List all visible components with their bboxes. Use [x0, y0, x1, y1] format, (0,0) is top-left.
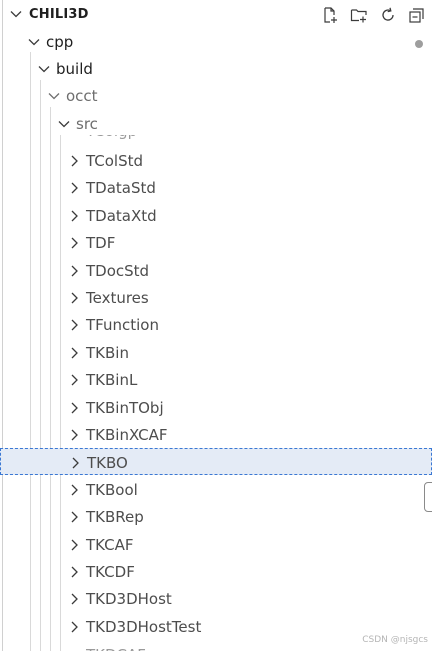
tree-item-label: TKBinXCAF	[86, 426, 168, 444]
tree-item-label: TKBO	[87, 454, 128, 472]
tree-item-label: TKBRep	[86, 508, 144, 526]
tree-row-item[interactable]: TDF	[0, 229, 432, 256]
tree-label-build: build	[56, 60, 93, 78]
tree-item-label: TKCDF	[86, 563, 135, 581]
chevron-right-icon	[71, 539, 78, 551]
tree-item-label: TDF	[86, 234, 116, 252]
chevron-right-icon	[71, 566, 78, 578]
tree-row-src[interactable]: src	[0, 110, 432, 137]
tree-label-occt: occt	[66, 87, 98, 105]
tree-row-item[interactable]: TKBool	[0, 476, 432, 503]
tree-item-label: Textures	[86, 289, 149, 307]
chevron-right-icon	[71, 511, 78, 523]
chevron-right-icon	[71, 237, 78, 249]
tree-item-label: TDocStd	[86, 262, 150, 280]
tree-label-cpp: cpp	[46, 33, 74, 51]
tree-item-label: TFunction	[86, 316, 159, 334]
tree-item-label: TKD3DHost	[86, 590, 172, 608]
tree-item-label: TDataStd	[86, 179, 156, 197]
tree-row-item[interactable]: TKCDF	[0, 558, 432, 585]
tree-row-item[interactable]: TKD3DHost	[0, 585, 432, 612]
chevron-right-icon	[71, 347, 78, 359]
chevron-down-icon	[58, 121, 70, 128]
tree-item-label: TKBool	[86, 481, 138, 499]
refresh-button[interactable]	[377, 4, 399, 26]
chevron-down-icon	[38, 66, 50, 73]
explorer-header[interactable]: CHILI3D	[0, 0, 432, 30]
tree-row-item[interactable]: TDataStd	[0, 174, 432, 201]
chevron-right-icon	[71, 265, 78, 277]
chevron-right-icon	[71, 402, 78, 414]
tree-item-label: TKCAF	[86, 536, 134, 554]
chevron-right-icon	[71, 210, 78, 222]
chevron-right-icon	[72, 457, 79, 469]
collapse-all-icon	[409, 8, 424, 23]
chevron-down-icon	[48, 93, 60, 100]
partial-row-top: TColgp	[86, 135, 166, 141]
tree-row-item[interactable]: Textures	[0, 284, 432, 311]
collapse-all-button[interactable]	[406, 4, 428, 26]
chevron-right-icon	[71, 374, 78, 386]
workspace-title: CHILI3D	[29, 7, 89, 22]
tree-row-item[interactable]: TKBRep	[0, 503, 432, 530]
file-explorer: CHILI3D cpp build occt src TColStd TData…	[0, 0, 432, 651]
partial-row-bottom: TKDCAF	[86, 645, 176, 651]
new-folder-button[interactable]	[348, 4, 370, 26]
tree-row-build[interactable]: build	[0, 55, 432, 82]
tree-label-src: src	[76, 115, 98, 133]
tree-row-item[interactable]: TKBO	[0, 448, 432, 475]
tree-row-item[interactable]: TDocStd	[0, 257, 432, 284]
chevron-right-icon	[71, 429, 78, 441]
tree-item-label: TKBinL	[86, 371, 138, 389]
tree-row-item[interactable]: TColStd	[0, 147, 432, 174]
new-file-icon	[324, 7, 337, 23]
tree-row-item[interactable]: TKBinTObj	[0, 394, 432, 421]
chevron-down-icon[interactable]	[8, 6, 24, 22]
tree-item-label: TKBin	[86, 344, 129, 362]
chevron-right-icon	[71, 621, 78, 633]
tree-item-label: TColStd	[86, 152, 144, 170]
chevron-right-icon	[71, 319, 78, 331]
tree-row-item[interactable]: TFunction	[0, 311, 432, 338]
chevron-right-icon	[71, 593, 78, 605]
tree-row-item[interactable]: TDataXtd	[0, 202, 432, 229]
chevron-down-icon	[28, 39, 40, 46]
new-file-button[interactable]	[319, 4, 341, 26]
tree-item-label: TKD3DHostTest	[86, 618, 202, 636]
tree-row-cpp[interactable]: cpp	[0, 28, 432, 55]
tree-row-item[interactable]: TKCAF	[0, 531, 432, 558]
chevron-right-icon	[71, 182, 78, 194]
refresh-icon	[382, 7, 394, 21]
tree-row-occt[interactable]: occt	[0, 82, 432, 109]
tree-row-item[interactable]: TKBin	[0, 339, 432, 366]
scrollbar-handle[interactable]	[424, 482, 432, 512]
chevron-right-icon	[71, 155, 78, 167]
watermark: CSDN @njsgcs	[362, 635, 428, 645]
chevron-right-icon	[71, 484, 78, 496]
tree-row-item[interactable]: TKBinXCAF	[0, 421, 432, 448]
tree-item-label: TDataXtd	[86, 207, 157, 225]
chevron-right-icon	[71, 292, 78, 304]
tree-item-label: TKBinTObj	[86, 399, 164, 417]
tree-row-item[interactable]: TKBinL	[0, 366, 432, 393]
header-actions	[319, 4, 428, 26]
new-folder-icon	[350, 9, 367, 23]
